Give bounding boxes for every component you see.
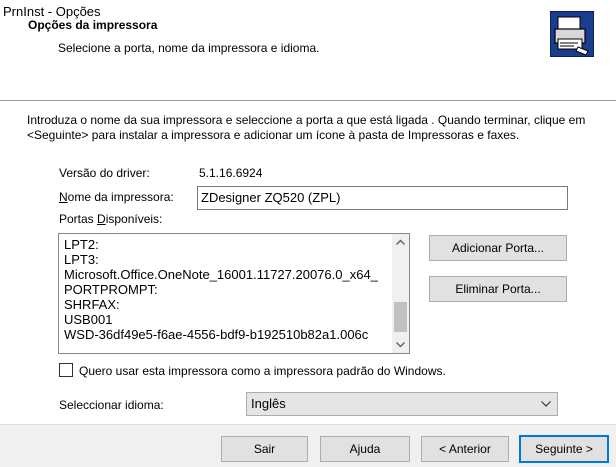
ports-label-pre: Portas [59, 212, 98, 226]
chevron-down-icon [541, 401, 551, 407]
ports-listbox[interactable]: LPT2: LPT3: Microsoft.Office.OneNote_160… [58, 233, 410, 354]
exit-button[interactable]: Sair [221, 436, 308, 462]
port-item[interactable]: LPT3: [64, 252, 391, 267]
printer-name-input[interactable]: ZDesigner ZQ520 (ZPL) [197, 186, 568, 210]
port-item[interactable]: USB001 [64, 312, 391, 327]
printer-name-label-accesskey: N [59, 190, 68, 204]
default-printer-checkbox[interactable] [59, 363, 73, 377]
language-label: Seleccionar idioma: [59, 398, 164, 412]
ports-label-rest: isponíveis: [105, 212, 163, 226]
header-subtitle: Selecione a porta, nome da impressora e … [58, 41, 320, 55]
header-title: Opções da impressora [28, 18, 158, 32]
driver-version-value: 5.1.16.6924 [199, 166, 263, 180]
scroll-up-arrow-icon[interactable] [392, 234, 409, 251]
add-port-button[interactable]: Adicionar Porta... [429, 235, 567, 261]
printer-install-icon [550, 11, 594, 57]
scroll-down-arrow-icon[interactable] [392, 336, 409, 353]
ports-label-accesskey: D [97, 212, 106, 226]
next-button[interactable]: Seguinte > [519, 435, 609, 463]
default-printer-label: Quero usar esta impressora como a impres… [79, 364, 446, 378]
scroll-thumb[interactable] [394, 302, 407, 332]
port-item[interactable]: Microsoft.Office.OneNote_16001.11727.200… [64, 267, 391, 282]
port-item[interactable]: LPT2: [64, 237, 391, 252]
printer-name-label-rest: ome da impressora: [67, 190, 174, 204]
ports-label: Portas Disponíveis: [59, 211, 162, 227]
intro-text: Introduza o nome da sua impressora e sel… [27, 113, 586, 142]
language-select[interactable]: Inglês [246, 392, 558, 416]
language-selected-value: Inglês [251, 396, 286, 411]
printer-name-label: Nome da impressora: [59, 189, 174, 205]
back-button[interactable]: < Anterior [421, 436, 509, 462]
ports-scrollbar[interactable] [392, 234, 409, 353]
port-item[interactable]: WSD-36df49e5-f6ae-4556-bdf9-b192510b82a1… [64, 327, 391, 342]
port-item[interactable]: PORTPROMPT: [64, 282, 391, 297]
port-item[interactable]: SHRFAX: [64, 297, 391, 312]
remove-port-button[interactable]: Eliminar Porta... [429, 276, 567, 302]
help-button[interactable]: Ajuda [320, 436, 410, 462]
driver-version-label: Versão do driver: [59, 166, 150, 180]
wizard-header [0, 24, 616, 100]
